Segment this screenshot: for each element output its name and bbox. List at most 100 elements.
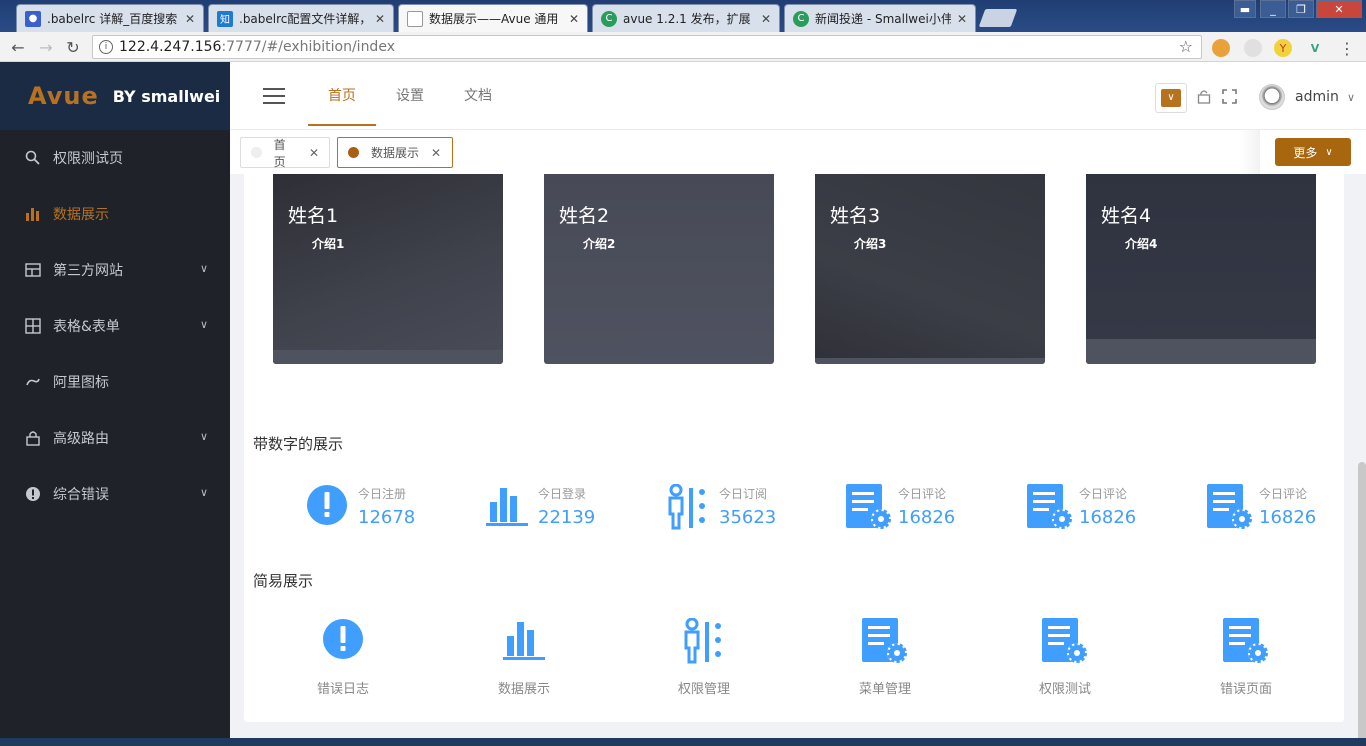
chevron-down-icon: ∨ [199,318,208,331]
username[interactable]: admin [1295,89,1339,105]
sidebar-item-data-display[interactable]: 数据展示 [0,186,230,242]
top-header: 首页 设置 文档 ∨ admin ∨ [230,62,1366,130]
theme-color-picker[interactable]: ∨ [1155,83,1187,113]
user-profile-icon[interactable]: ▬ [1234,0,1256,18]
sidebar-item-table-form[interactable]: 表格&表单 ∨ [0,298,230,354]
minimize-icon[interactable]: _ [1260,0,1286,18]
green-c-icon: C [601,10,617,27]
card-name: 姓名4 [1101,205,1152,227]
stat-value: 16826 [1259,507,1317,528]
close-icon[interactable]: ✕ [761,12,771,26]
card-name: 姓名2 [559,205,610,227]
stat-label: 今日评论 [1079,487,1128,501]
nav-home[interactable]: 首页 [308,62,376,126]
simple-label: 数据展示 [497,682,550,697]
browser-tab[interactable]: 知 .babelrc配置文件详解， ✕ [208,4,394,32]
sidebar-item-errors[interactable]: 综合错误 ∨ [0,466,230,522]
tag-scroll-shadow [1240,130,1260,174]
simple-label: 权限测试 [1038,682,1091,697]
browser-tab[interactable]: C avue 1.2.1 发布，扩展 c ✕ [592,4,780,32]
stat-item[interactable]: 今日评论 16826 [846,484,1026,534]
simple-item[interactable]: 权限管理 [644,618,764,698]
close-icon[interactable]: ✕ [185,12,195,26]
simple-item[interactable]: 菜单管理 [825,618,945,698]
content-panel: 姓名1 介绍1 姓名2 介绍2 姓名3 介绍3 姓名4 介绍4 带数字的展示 今… [244,174,1344,722]
back-icon[interactable]: ← [8,37,28,57]
nav-settings[interactable]: 设置 [376,62,444,126]
stat-item[interactable]: 今日登录 22139 [486,484,666,534]
logo[interactable]: Avue BY smallwei [0,62,230,130]
close-window-icon[interactable]: ✕ [1316,0,1362,18]
simple-item[interactable]: 错误日志 [283,618,403,698]
fullscreen-icon[interactable] [1222,89,1237,108]
browser-tab[interactable]: C 新闻投递 - Smallwei小伟 ✕ [784,4,976,32]
chevron-down-icon: ∨ [199,486,208,499]
tags-bar: 首页 ✕ 数据展示 ✕ 更多 ∨ [230,130,1366,174]
bookmark-star-icon[interactable]: ☆ [1179,37,1193,56]
sidebar-item-label: 第三方网站 [53,263,123,279]
stat-item[interactable]: 今日评论 16826 [1027,484,1207,534]
close-icon[interactable]: ✕ [375,12,385,26]
tag-data-display[interactable]: 数据展示 ✕ [337,137,453,168]
cookie-extension-icon[interactable] [1212,39,1230,57]
simple-item[interactable]: 数据展示 [464,618,584,698]
baidu-icon: ● [25,10,41,27]
doc-gear-icon [846,484,891,529]
address-bar: ← → ↻ i 122.4.247.156:7777/#/exhibition/… [0,32,1366,62]
tag-home[interactable]: 首页 ✕ [240,137,330,169]
sidebar-item-advanced-route[interactable]: 高级路由 ∨ [0,410,230,466]
profile-card[interactable]: 姓名2 介绍2 [544,174,774,364]
profile-card[interactable]: 姓名3 介绍3 [815,174,1045,364]
browser-tab-title: 数据展示——Avue 通用 [429,12,559,26]
browser-tab-active[interactable]: 数据展示——Avue 通用 ✕ [398,4,588,32]
lock-screen-icon[interactable] [1197,89,1211,108]
stat-label: 今日登录 [538,487,587,501]
close-icon[interactable]: ✕ [309,146,319,160]
simple-item[interactable]: 错误页面 [1186,618,1306,698]
new-tab-button[interactable] [978,9,1018,27]
exclamation-icon [323,619,363,659]
reload-icon[interactable]: ↻ [63,37,83,57]
y-extension-icon[interactable]: Y [1274,39,1292,57]
sidebar-item-third-party[interactable]: 第三方网站 ∨ [0,242,230,298]
tag-label: 首页 [273,137,286,169]
extension-icon[interactable] [1244,39,1262,57]
menu-toggle-icon[interactable] [263,88,285,104]
card-name: 姓名3 [830,205,881,227]
simple-item[interactable]: 权限测试 [1005,618,1125,698]
chevron-down-icon[interactable]: ∨ [1347,91,1355,104]
info-icon[interactable]: i [99,40,113,54]
nav-docs[interactable]: 文档 [444,62,512,126]
vue-extension-icon[interactable]: V [1306,39,1324,57]
simple-label: 错误页面 [1219,682,1272,697]
url-input[interactable]: i 122.4.247.156:7777/#/exhibition/index … [92,35,1202,59]
page-scrollbar[interactable] [1358,462,1366,746]
profile-card[interactable]: 姓名1 介绍1 [273,174,503,364]
bar-chart-icon [24,205,42,223]
stat-item[interactable]: 今日订阅 35623 [667,484,847,534]
zhihu-icon: 知 [217,10,233,27]
more-button[interactable]: 更多 ∨ [1275,138,1351,166]
sidebar-item-ali-icons[interactable]: 阿里图标 [0,354,230,410]
forward-icon[interactable]: → [36,37,56,57]
sidebar-item-permission-test[interactable]: 权限测试页 [0,130,230,186]
browser-tab[interactable]: ● .babelrc 详解_百度搜索 ✕ [16,4,204,32]
close-icon[interactable]: ✕ [431,146,441,160]
close-icon[interactable]: ✕ [957,12,967,26]
menu-dots-icon[interactable]: ⋮ [1338,39,1356,58]
browser-tab-title: .babelrc 详解_百度搜索 [47,12,178,26]
section-title-stats: 带数字的展示 [253,435,344,453]
close-icon[interactable]: ✕ [569,12,579,26]
avatar[interactable] [1259,84,1285,110]
maximize-icon[interactable]: ❐ [1288,0,1314,18]
stat-item[interactable]: 今日评论 16826 [1207,484,1366,534]
bar-chart-icon [486,488,528,526]
stat-label: 今日评论 [898,487,947,501]
grid-icon [24,317,42,335]
stat-value: 16826 [898,507,956,528]
profile-card[interactable]: 姓名4 介绍4 [1086,174,1316,364]
sidebar-item-label: 表格&表单 [53,319,120,335]
stat-item[interactable]: 今日注册 12678 [306,484,486,534]
simple-label: 错误日志 [316,682,369,697]
link-icon [24,373,42,391]
